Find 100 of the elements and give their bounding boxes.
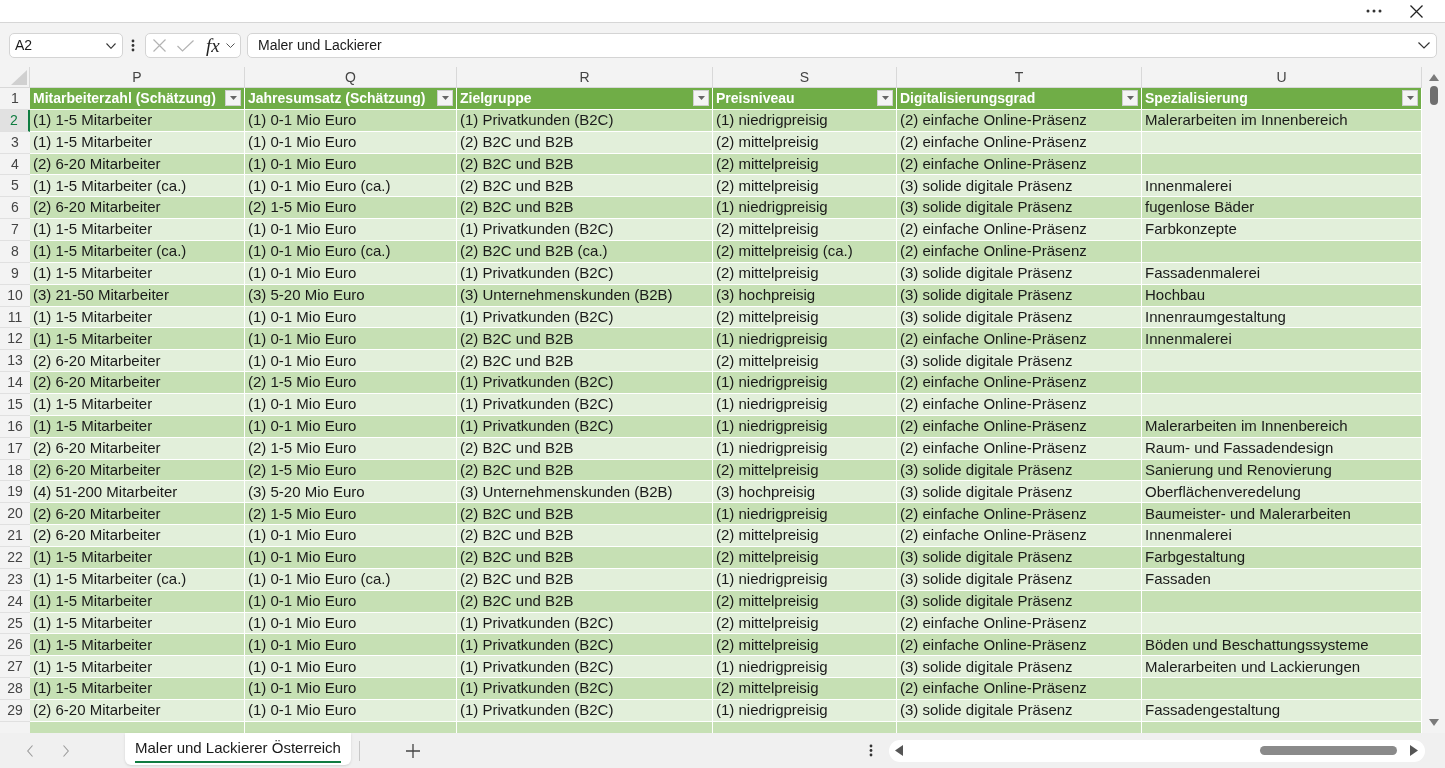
table-cell: (2) einfache Online-Präsenz xyxy=(897,328,1142,351)
filter-button[interactable] xyxy=(225,90,241,107)
table-cell: (3) solide digitale Präsenz xyxy=(897,590,1142,613)
table-cell: (1) 1-5 Mitarbeiter xyxy=(30,131,245,154)
table-cell: (1) 0-1 Mio Euro xyxy=(245,525,457,548)
table-cell: (1) 1-5 Mitarbeiter xyxy=(30,219,245,241)
table-cell: Raum- und Fassadendesign xyxy=(1142,437,1422,460)
table-cell: (2) einfache Online-Präsenz xyxy=(897,437,1142,460)
table-cell: (1) niedrigpreisig xyxy=(713,372,897,395)
caret-down-icon xyxy=(697,96,705,101)
table-cell: (2) mittelpreisig xyxy=(713,262,897,285)
table-cell: (1) Privatkunden (B2C) xyxy=(457,678,713,701)
table-cell: (1) Privatkunden (B2C) xyxy=(457,109,713,132)
formula-field[interactable]: Maler und Lackierer xyxy=(247,33,1437,58)
chevron-down-icon[interactable] xyxy=(225,43,235,48)
filter-button[interactable] xyxy=(877,90,893,107)
more-icon[interactable] xyxy=(1366,9,1382,13)
table-cell: Fassadenmalerei xyxy=(1142,262,1422,285)
table-cell: (1) Privatkunden (B2C) xyxy=(457,306,713,329)
table-cell: (2) einfache Online-Präsenz xyxy=(897,109,1142,132)
chevron-down-icon[interactable] xyxy=(1418,42,1430,49)
chevron-down-icon xyxy=(106,42,116,49)
table-cell: Malerarbeiten im Innenbereich xyxy=(1142,109,1422,132)
table-cell: Sanierung und Renovierung xyxy=(1142,459,1422,482)
table-cell: (1) 0-1 Mio Euro xyxy=(245,612,457,635)
add-sheet-icon[interactable] xyxy=(405,743,420,758)
table-cell: Farbgestaltung xyxy=(1142,547,1422,569)
caret-down-icon xyxy=(1126,96,1134,101)
table-cell: (2) B2C und B2B xyxy=(457,153,713,176)
table-cell: (1) niedrigpreisig xyxy=(713,656,897,679)
table-cell: (2) 6-20 Mitarbeiter xyxy=(30,503,245,526)
caret-down-icon xyxy=(881,96,889,101)
insert-function-button[interactable]: fx xyxy=(206,36,220,55)
table-cell: Böden und Beschattungssysteme xyxy=(1142,634,1422,657)
scroll-down-icon[interactable] xyxy=(1428,719,1439,726)
table-cell: Malerarbeiten im Innenbereich xyxy=(1142,415,1422,438)
scrollbar-thumb[interactable] xyxy=(1260,746,1397,755)
table-cell: (1) niedrigpreisig xyxy=(713,568,897,591)
table-cell: (2) 6-20 Mitarbeiter xyxy=(30,372,245,395)
table-cell: (2) einfache Online-Präsenz xyxy=(897,678,1142,701)
table-cell: (1) 0-1 Mio Euro xyxy=(245,656,457,679)
more-vertical-icon[interactable] xyxy=(131,39,135,52)
table-cell: (1) 0-1 Mio Euro (ca.) xyxy=(245,568,457,591)
check-icon[interactable] xyxy=(177,39,194,52)
table-cell: (2) mittelpreisig xyxy=(713,219,897,241)
scrollbar-thumb[interactable] xyxy=(1429,86,1438,105)
scroll-up-icon[interactable] xyxy=(1428,74,1439,81)
filter-button[interactable] xyxy=(693,90,709,107)
table-cell: (3) hochpreisig xyxy=(713,481,897,504)
sheet-tab[interactable]: Maler und Lackierer Österreich xyxy=(125,733,351,765)
table-cell: (1) 0-1 Mio Euro xyxy=(245,678,457,701)
column-title: Preisniveau xyxy=(716,88,795,108)
filter-button[interactable] xyxy=(1402,90,1418,107)
table-cell: Farbkonzepte xyxy=(1142,219,1422,241)
table-cell: (2) einfache Online-Präsenz xyxy=(897,241,1142,263)
table-cell: (2) B2C und B2B xyxy=(457,503,713,526)
table-cell: (2) mittelpreisig xyxy=(713,612,897,635)
table-cell: (2) B2C und B2B (ca.) xyxy=(457,241,713,263)
table-cell: (2) mittelpreisig (ca.) xyxy=(713,241,897,263)
column-title: Zielgruppe xyxy=(460,88,532,108)
row-header[interactable]: 2 xyxy=(0,109,30,132)
table-cell: (2) einfache Online-Präsenz xyxy=(897,131,1142,154)
table-cell: (1) 1-5 Mitarbeiter xyxy=(30,109,245,132)
table-cell: (2) B2C und B2B xyxy=(457,437,713,460)
table-cell: (3) solide digitale Präsenz xyxy=(897,700,1142,722)
scroll-left-icon[interactable] xyxy=(895,745,903,756)
table-cell: (2) einfache Online-Präsenz xyxy=(897,503,1142,526)
table-cell: (1) 1-5 Mitarbeiter xyxy=(30,306,245,329)
table-cell: (2) 6-20 Mitarbeiter xyxy=(30,153,245,176)
table-cell: (1) Privatkunden (B2C) xyxy=(457,394,713,416)
table-cell: (1) 0-1 Mio Euro xyxy=(245,394,457,416)
scroll-right-icon[interactable] xyxy=(1410,745,1418,756)
filter-button[interactable] xyxy=(437,90,453,107)
table-cell: (2) 6-20 Mitarbeiter xyxy=(30,350,245,373)
table-cell: (2) einfache Online-Präsenz xyxy=(897,525,1142,548)
table-cell: (1) Privatkunden (B2C) xyxy=(457,262,713,285)
caret-down-icon xyxy=(441,96,449,101)
table-cell: (1) Privatkunden (B2C) xyxy=(457,634,713,657)
table-cell: (2) B2C und B2B xyxy=(457,197,713,220)
table-cell: (2) 6-20 Mitarbeiter xyxy=(30,197,245,220)
table-cell: (3) solide digitale Präsenz xyxy=(897,197,1142,220)
table-cell: (2) einfache Online-Präsenz xyxy=(897,372,1142,395)
close-icon[interactable] xyxy=(1410,4,1423,18)
name-box[interactable]: A2 xyxy=(9,33,123,58)
table-cell: (2) mittelpreisig xyxy=(713,306,897,329)
table-cell: (2) mittelpreisig xyxy=(713,459,897,482)
table-cell: (3) 5-20 Mio Euro xyxy=(245,284,457,307)
table-cell: (3) solide digitale Präsenz xyxy=(897,547,1142,569)
table-cell: (1) niedrigpreisig xyxy=(713,503,897,526)
table-cell: (1) 1-5 Mitarbeiter xyxy=(30,328,245,351)
table-cell: (1) 1-5 Mitarbeiter xyxy=(30,262,245,285)
more-vertical-icon[interactable] xyxy=(869,744,873,757)
table-cell: (2) B2C und B2B xyxy=(457,568,713,591)
table-cell: (1) 1-5 Mitarbeiter xyxy=(30,634,245,657)
table-cell: (3) solide digitale Präsenz xyxy=(897,284,1142,307)
filter-button[interactable] xyxy=(1122,90,1138,107)
table-cell: (2) 6-20 Mitarbeiter xyxy=(30,459,245,482)
table-cell: (2) mittelpreisig xyxy=(713,350,897,373)
table-cell: (1) Privatkunden (B2C) xyxy=(457,415,713,438)
table-cell: (1) 1-5 Mitarbeiter (ca.) xyxy=(30,568,245,591)
